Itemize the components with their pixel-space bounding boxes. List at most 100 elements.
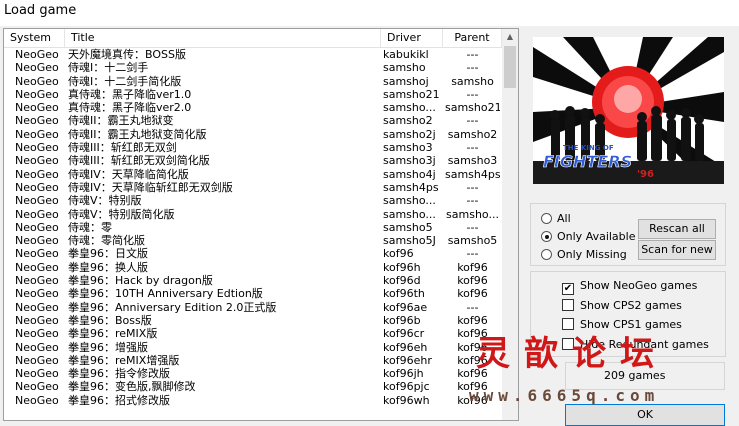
column-header-system[interactable]: System [4,29,65,47]
cell-title: 侍魂V：特别版简化版 [68,207,175,221]
radio-only-missing-indicator[interactable] [541,249,552,260]
scroll-thumb[interactable] [504,46,516,88]
radio-all[interactable]: All [541,211,571,227]
cell-parent: kof96 [457,367,488,381]
title-bar: Load game [0,0,739,26]
table-row[interactable]: NeoGeo 拳皇96：Anniversary Edition 2.0正式版 kof… [4,301,502,314]
option-checkbox-row[interactable]: Hide Redundant games [562,337,709,353]
radio-only-missing[interactable]: Only Missing [541,247,627,263]
cell-system: NeoGeo [15,207,59,221]
checkmark-icon[interactable]: ✔ [562,283,574,295]
table-row[interactable]: NeoGeo 拳皇96：换人版 kof96h kof96 [4,261,502,274]
checkbox[interactable] [562,337,574,350]
table-row[interactable]: NeoGeo 拳皇96：招式修改版 kof96wh kof96 [4,394,502,407]
option-checkbox-row[interactable]: ✔ Show NeoGeo games [562,278,697,295]
cell-driver: samsho21 [383,87,440,101]
table-row[interactable]: NeoGeo 侍魂II：霸王丸地狱变 samsho2 --- [4,114,502,127]
table-row[interactable]: NeoGeo 天外魔境真传：BOSS版 kabukikl --- [4,48,502,61]
table-row[interactable]: NeoGeo 侍魂III：斩红郎无双剑 samsho3 --- [4,141,502,154]
cell-system: NeoGeo [15,367,59,381]
cell-system: NeoGeo [15,127,59,141]
scroll-up-arrow-icon[interactable]: ▲ [502,29,518,45]
cell-driver: kof96th [383,287,425,301]
radio-all-indicator[interactable] [541,213,552,224]
cell-parent: --- [466,194,479,208]
cell-driver: kof96b [383,313,421,327]
cell-driver: kof96cr [383,327,425,341]
cell-system: NeoGeo [15,313,59,327]
cell-title: 拳皇96：Anniversary Edition 2.0正式版 [68,300,277,314]
table-row[interactable]: NeoGeo 拳皇96：Hack by dragon版 kof96d kof96 [4,274,502,287]
cell-driver: kof96 [383,247,414,261]
option-checkbox-row[interactable]: Show CPS1 games [562,317,682,333]
scan-for-new-button[interactable]: Scan for new [638,240,716,260]
table-row[interactable]: NeoGeo 拳皇96：reMIX版 kof96cr kof96 [4,327,502,340]
cell-driver: kof96ae [383,300,428,314]
cell-parent: samsho21 [445,101,500,115]
cell-driver: kof96d [383,274,421,288]
radio-only-missing-label: Only Missing [557,248,627,261]
cell-system: NeoGeo [15,194,59,208]
table-row[interactable]: NeoGeo 拳皇96：reMIX增强版 kof96ehr kof96 [4,354,502,367]
cell-title: 侍魂II：霸王丸地狱变 [68,114,174,128]
cell-title: 拳皇96：增强版 [68,340,148,354]
cell-driver: samsh4ps [383,180,439,194]
table-row[interactable]: NeoGeo 拳皇96：日文版 kof96 --- [4,247,502,260]
table-row[interactable]: NeoGeo 拳皇96：10TH Anniversary Edtion版 kof96… [4,287,502,300]
table-row[interactable]: NeoGeo 侍魂：零 samsho5 --- [4,221,502,234]
option-checkbox-row[interactable]: Show CPS2 games [562,298,682,314]
cell-parent: kof96 [457,393,488,407]
cell-system: NeoGeo [15,220,59,234]
vertical-scrollbar[interactable]: ▲ [502,29,518,420]
column-header-title[interactable]: Title [65,29,381,47]
cell-title: 侍魂III：斩红郎无双剑简化版 [68,154,210,168]
table-row[interactable]: NeoGeo 拳皇96：变色版,飘脚修改 kof96pjc kof96 [4,380,502,393]
cell-driver: samsho2 [383,114,433,128]
radio-only-available[interactable]: Only Available [541,229,635,245]
cell-parent: samsh4ps [445,167,500,181]
table-row[interactable]: NeoGeo 侍魂：零简化版 samsho5J samsho5 [4,234,502,247]
table-row[interactable]: NeoGeo 拳皇96：增强版 kof96eh kof96 [4,341,502,354]
table-row[interactable]: NeoGeo 侍魂V：特别版 samsho... --- [4,194,502,207]
cell-title: 拳皇96：reMIX版 [68,327,158,341]
cell-title: 真侍魂：黑子降临ver1.0 [68,87,192,101]
table-row[interactable]: NeoGeo 真侍魂：黑子降临ver2.0 samsho... samsho21 [4,101,502,114]
cell-system: NeoGeo [15,167,59,181]
cell-driver: samsho3 [383,141,433,155]
game-preview-image: THE KING OF FIGHTERS '96 [533,37,724,184]
table-row[interactable]: NeoGeo 侍魂I：十二剑手 samsho --- [4,61,502,74]
cell-system: NeoGeo [15,300,59,314]
table-row[interactable]: NeoGeo 侍魂IV：天草降临斩红郎无双剑版 samsh4ps --- [4,181,502,194]
window-title: Load game [4,3,77,18]
table-row[interactable]: NeoGeo 侍魂I：十二剑手简化版 samshoj samsho [4,75,502,88]
ok-button[interactable]: OK [565,404,725,426]
table-row[interactable]: NeoGeo 真侍魂：黑子降临ver1.0 samsho21 --- [4,88,502,101]
table-row[interactable]: NeoGeo 拳皇96：指令修改版 kof96jh kof96 [4,367,502,380]
cell-parent: kof96 [457,287,488,301]
cell-title: 侍魂I：十二剑手 [68,61,149,75]
table-row[interactable]: NeoGeo 侍魂II：霸王丸地狱变简化版 samsho2j samsho2 [4,128,502,141]
radio-only-available-indicator[interactable] [541,231,552,242]
cell-driver: samsho... [383,194,436,208]
cell-parent: kof96 [457,353,488,367]
table-row[interactable]: NeoGeo 侍魂IV：天草降临简化版 samsho4j samsh4ps [4,168,502,181]
cell-driver: samsho5 [383,220,433,234]
cell-parent: kof96 [457,260,488,274]
column-header-driver[interactable]: Driver [381,29,443,47]
table-row[interactable]: NeoGeo 侍魂III：斩红郎无双剑简化版 samsho3j samsho3 [4,154,502,167]
checkbox[interactable] [562,318,574,330]
checkbox[interactable] [562,298,574,311]
logo-line2: FIGHTERS [543,152,632,171]
cell-driver: samsho4j [383,167,436,181]
column-header-parent[interactable]: Parent [443,29,502,47]
game-list[interactable]: System Title Driver Parent NeoGeo 天外魔境真传：… [3,28,519,421]
cell-driver: kof96h [383,260,421,274]
cell-driver: samshoj [383,74,429,88]
rescan-all-button[interactable]: Rescan all [638,219,716,239]
table-row[interactable]: NeoGeo 拳皇96：Boss版 kof96b kof96 [4,314,502,327]
table-row[interactable]: NeoGeo 侍魂V：特别版简化版 samsho... samsho... [4,208,502,221]
cell-system: NeoGeo [15,393,59,407]
cell-parent: --- [466,247,479,261]
cell-title: 拳皇96：换人版 [68,260,148,274]
cell-title: 拳皇96：变色版,飘脚修改 [68,380,196,394]
